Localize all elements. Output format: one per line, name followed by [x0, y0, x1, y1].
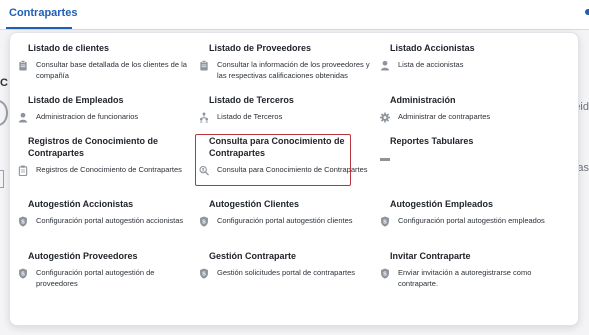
menu-item-description: Configuración portal autogestión cliente…	[217, 216, 353, 225]
menu-item-listado-accionistas[interactable]: Listado Accionistas Lista de accionistas	[380, 42, 552, 71]
menu-item-title: Autogestión Clientes	[209, 199, 300, 209]
shield-icon: S	[199, 215, 209, 227]
clipboard-icon	[18, 164, 28, 176]
menu-item-description: Configuración portal autogestión de prov…	[36, 268, 155, 288]
menu-item-administracion[interactable]: Administración Administrar de contrapart…	[380, 94, 552, 123]
svg-text:S: S	[202, 219, 206, 225]
menu-item-description: Consultar la información de los proveedo…	[217, 60, 370, 80]
menu-item-description: Configuración portal autogestión emplead…	[398, 216, 545, 225]
menu-item-autogestion-clientes[interactable]: Autogestión Clientes S Configuración por…	[199, 198, 371, 227]
menu-item-description: Administracion de funcionarios	[36, 112, 139, 121]
menu-item-title: Registros de Conocimiento de Contraparte…	[28, 136, 159, 158]
clipboard-icon	[18, 59, 28, 71]
menu-item-description: Consultar base detallada de los clientes…	[36, 60, 187, 80]
clipboard-icon	[199, 59, 209, 71]
gear-icon	[380, 111, 390, 123]
contrapartes-dropdown-menu: Listado de clientes Consultar base detal…	[9, 32, 579, 326]
menu-item-description: Listado de Terceros	[217, 112, 283, 121]
menu-item-description: Lista de accionistas	[398, 60, 464, 69]
menu-item-title: Listado de Terceros	[209, 95, 294, 105]
svg-text:S: S	[202, 271, 206, 277]
shield-icon: S	[18, 215, 28, 227]
shield-icon: S	[18, 267, 28, 279]
menu-item-autogestion-proveedores[interactable]: Autogestión Proveedores S Configuración …	[18, 250, 190, 289]
menu-item-description: Configuración portal autogestión accioni…	[36, 216, 184, 225]
people-network-icon	[199, 111, 209, 123]
menu-item-title: Autogestión Proveedores	[28, 251, 138, 261]
menu-item-title: Gestión Contraparte	[209, 251, 297, 261]
menu-item-title: Autogestión Accionistas	[28, 199, 134, 209]
menu-item-listado-terceros[interactable]: Listado de Terceros Listado de Terceros	[199, 94, 371, 123]
menu-item-reportes-tabulares[interactable]: Reportes Tabulares	[380, 135, 552, 164]
menu-item-description: Enviar invitación a autoregistrarse como…	[398, 268, 532, 288]
menu-item-autogestion-accionistas[interactable]: Autogestión Accionistas S Configuración …	[18, 198, 190, 227]
top-bar: Contrapartes	[0, 0, 589, 30]
menu-item-listado-empleados[interactable]: Listado de Empleados Administracion de f…	[18, 94, 190, 123]
menu-item-autogestion-empleados[interactable]: Autogestión Empleados S Configuración po…	[380, 198, 552, 227]
background-fragment-left: C	[0, 77, 8, 89]
menu-item-title: Invitar Contraparte	[390, 251, 471, 261]
menu-item-registros-conocimiento[interactable]: Registros de Conocimiento de Contraparte…	[18, 135, 190, 176]
menu-item-title: Reportes Tabulares	[390, 136, 474, 146]
topbar-divider	[0, 29, 589, 30]
menu-item-title: Administración	[390, 95, 456, 105]
menu-item-title: Listado de clientes	[28, 43, 110, 53]
menu-item-listado-proveedores[interactable]: Listado de Proveedores Consultar la info…	[199, 42, 371, 81]
menu-item-description: Administrar de contrapartes	[398, 112, 491, 121]
shield-icon: S	[380, 215, 390, 227]
menu-item-description: Registros de Conocimiento de Contraparte…	[36, 165, 182, 174]
menu-item-title: Listado de Empleados	[28, 95, 124, 105]
menu-item-title: Autogestión Empleados	[390, 199, 494, 209]
person-icon	[380, 59, 390, 71]
shield-icon: S	[380, 267, 390, 279]
menu-item-description: Gestión solicitudes portal de contrapart…	[217, 268, 355, 277]
background-arc	[0, 100, 8, 126]
menu-item-invitar-contraparte[interactable]: Invitar Contraparte S Enviar invitación …	[380, 250, 552, 289]
tab-contrapartes[interactable]: Contrapartes	[9, 7, 77, 19]
menu-item-title: Listado Accionistas	[390, 43, 475, 53]
svg-text:S: S	[383, 271, 387, 277]
svg-text:S: S	[383, 219, 387, 225]
background-fragment-right-2: as	[577, 162, 589, 174]
highlight-annotation	[195, 134, 351, 186]
shield-icon: S	[199, 267, 209, 279]
edge-indicator	[585, 9, 589, 15]
menu-item-title: Listado de Proveedores	[209, 43, 312, 53]
svg-text:S: S	[21, 271, 25, 277]
background-box	[0, 170, 4, 188]
dash-icon	[380, 152, 390, 164]
svg-text:S: S	[21, 219, 25, 225]
menu-item-gestion-contraparte[interactable]: Gestión Contraparte S Gestión solicitude…	[199, 250, 371, 279]
person-icon	[18, 111, 28, 123]
menu-item-listado-clientes[interactable]: Listado de clientes Consultar base detal…	[18, 42, 190, 81]
